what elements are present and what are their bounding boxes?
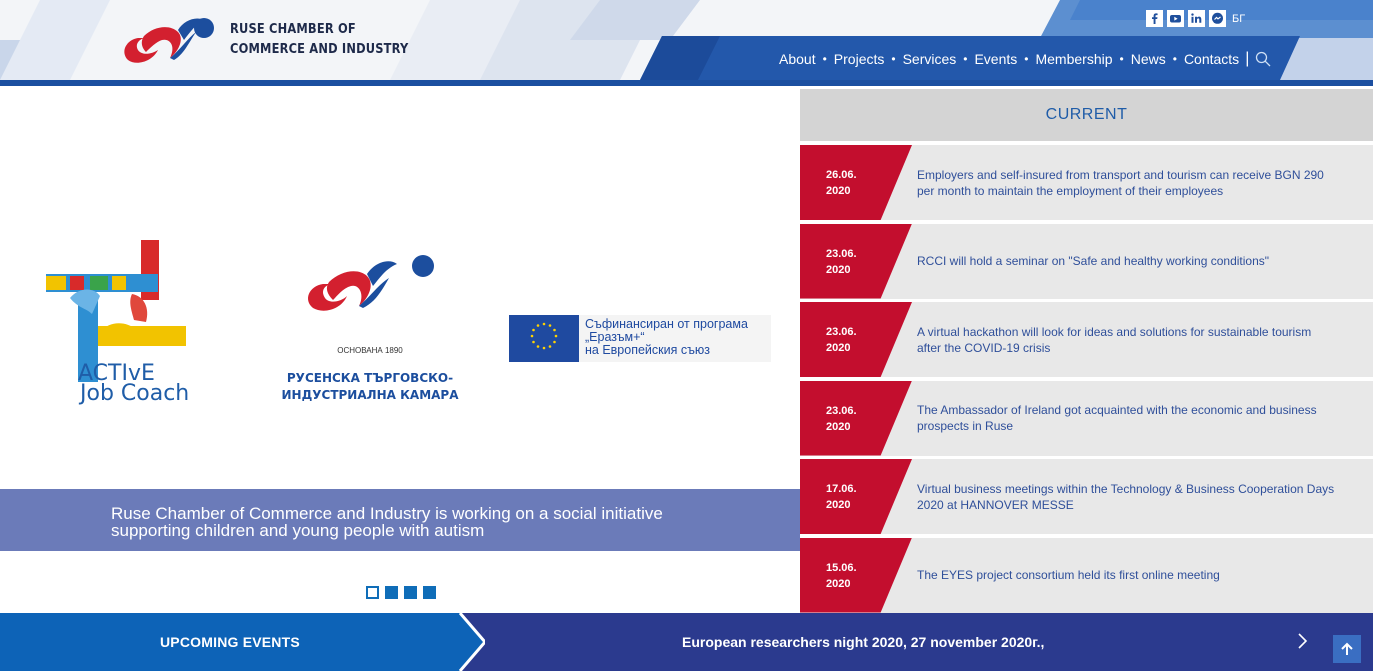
hero-slider: ACTIvE Job Coach ОСНОВАНА 1890 РУСЕНСКА … <box>0 86 800 613</box>
nav-services[interactable]: Services <box>903 51 957 67</box>
eu-logo-line2: „Еразъм+“ <box>585 330 645 344</box>
news-title[interactable]: The EYES project consortium held its fir… <box>917 538 1337 613</box>
language-switch[interactable]: БГ <box>1232 13 1245 25</box>
nav-about[interactable]: About <box>779 51 816 67</box>
slide-caption-line1: Ruse Chamber of Commerce and Industry is… <box>111 504 663 523</box>
current-news-panel: CURRENT 26.06. 2020 Employers and self-i… <box>800 89 1373 613</box>
nav-membership[interactable]: Membership <box>1035 51 1112 67</box>
news-date: 23.06. 2020 <box>800 380 912 456</box>
upcoming-events-label: UPCOMING EVENTS <box>160 634 300 650</box>
news-item[interactable]: 23.06. 2020 RCCI will hold a seminar on … <box>800 223 1373 299</box>
news-date: 23.06. 2020 <box>800 223 912 299</box>
active-job-coach-logo: ACTIvE Job Coach <box>46 240 189 406</box>
messenger-icon[interactable] <box>1209 10 1226 27</box>
news-date-day: 26.06. <box>826 169 857 181</box>
search-icon[interactable] <box>1255 51 1271 67</box>
slide-logos: ACTIvE Job Coach ОСНОВАНА 1890 РУСЕНСКА … <box>46 240 771 406</box>
active-logo-line2: Job Coach <box>78 381 189 406</box>
news-title[interactable]: Virtual business meetings within the Tec… <box>917 459 1337 534</box>
nav-contacts[interactable]: Contacts <box>1184 51 1239 67</box>
nav-projects[interactable]: Projects <box>834 51 885 67</box>
nav-separator: • <box>1119 52 1124 66</box>
rcci-logo[interactable] <box>118 10 216 66</box>
nav-separator: • <box>1024 52 1029 66</box>
nav-separator: • <box>822 52 827 66</box>
chevron-right-icon[interactable] <box>1294 630 1312 652</box>
news-item[interactable]: 26.06. 2020 Employers and self-insured f… <box>800 145 1373 220</box>
org-name: RUSE CHAMBER OF COMMERCE AND INDUSTRY <box>230 20 408 60</box>
site-header: RUSE CHAMBER OF COMMERCE AND INDUSTRY БГ… <box>0 0 1373 86</box>
news-item[interactable]: 23.06. 2020 A virtual hackathon will loo… <box>800 302 1373 377</box>
news-date-year: 2020 <box>826 342 851 354</box>
slider-dot-1[interactable] <box>366 586 379 599</box>
news-item[interactable]: 23.06. 2020 The Ambassador of Ireland go… <box>800 380 1373 456</box>
news-title[interactable]: RCCI will hold a seminar on "Safe and he… <box>917 224 1337 299</box>
nav-events[interactable]: Events <box>974 51 1017 67</box>
news-date: 17.06. 2020 <box>800 459 912 534</box>
scroll-to-top-button[interactable] <box>1333 635 1361 663</box>
main-nav: About • Projects • Services • Events • M… <box>779 47 1271 71</box>
slide-caption-line2: supporting children and young people wit… <box>111 521 485 540</box>
rcci-founded: ОСНОВАНА 1890 <box>337 346 403 355</box>
news-date-year: 2020 <box>826 185 851 197</box>
news-date-year: 2020 <box>826 577 851 590</box>
rcci-bg-line2: ИНДУСТРИАЛНА КАМАРА <box>281 388 459 402</box>
news-item[interactable]: 15.06. 2020 The EYES project consortium … <box>800 537 1373 613</box>
news-item[interactable]: 17.06. 2020 Virtual business meetings wi… <box>800 459 1373 534</box>
rcci-bulgarian-logo <box>308 255 434 311</box>
eu-erasmus-logo: Съфинансиран от програма „Еразъм+“ на Ев… <box>509 315 771 362</box>
news-date-day: 17.06. <box>826 483 857 495</box>
slider-dot-2[interactable] <box>385 586 398 599</box>
org-name-line1: RUSE CHAMBER OF <box>230 22 356 37</box>
eu-logo-line1: Съфинансиран от програма <box>585 317 748 331</box>
slide-caption[interactable]: Ruse Chamber of Commerce and Industry is… <box>0 489 800 551</box>
slider-dot-4[interactable] <box>423 586 436 599</box>
news-title[interactable]: A virtual hackathon will look for ideas … <box>917 302 1337 377</box>
news-date-day: 23.06. <box>826 326 857 338</box>
news-title[interactable]: The Ambassador of Ireland got acquainted… <box>917 381 1337 456</box>
news-date: 15.06. 2020 <box>800 537 912 613</box>
news-date: 26.06. 2020 <box>800 145 912 220</box>
linkedin-icon[interactable] <box>1188 10 1205 27</box>
news-date-year: 2020 <box>826 420 851 433</box>
news-date-day: 23.06. <box>826 404 857 417</box>
eu-logo-line3: на Европейския съюз <box>585 343 710 357</box>
news-date-day: 23.06. <box>826 247 857 260</box>
slider-pagination <box>366 586 436 599</box>
nav-divider: | <box>1245 50 1250 67</box>
news-date: 23.06. 2020 <box>800 302 912 377</box>
arrow-up-icon <box>1341 642 1353 655</box>
nav-separator: • <box>1172 52 1177 66</box>
youtube-icon[interactable] <box>1167 10 1184 27</box>
upcoming-events-bar: UPCOMING EVENTS European researchers nig… <box>0 613 1373 671</box>
social-links: БГ <box>1146 10 1245 27</box>
org-name-line2: COMMERCE AND INDUSTRY <box>230 42 409 57</box>
news-date-year: 2020 <box>826 263 851 276</box>
slider-dot-3[interactable] <box>404 586 417 599</box>
news-title[interactable]: Employers and self-insured from transpor… <box>917 145 1337 220</box>
nav-news[interactable]: News <box>1131 51 1166 67</box>
news-heading: CURRENT <box>800 89 1373 141</box>
facebook-icon[interactable] <box>1146 10 1163 27</box>
rcci-bg-line1: РУСЕНСКА ТЪРГОВСКО- <box>287 371 453 385</box>
nav-separator: • <box>891 52 896 66</box>
news-list: 26.06. 2020 Employers and self-insured f… <box>800 145 1373 616</box>
news-date-year: 2020 <box>826 499 851 511</box>
upcoming-event-title[interactable]: European researchers night 2020, 27 nove… <box>682 613 1044 671</box>
news-date-day: 15.06. <box>826 561 857 574</box>
nav-separator: • <box>963 52 968 66</box>
